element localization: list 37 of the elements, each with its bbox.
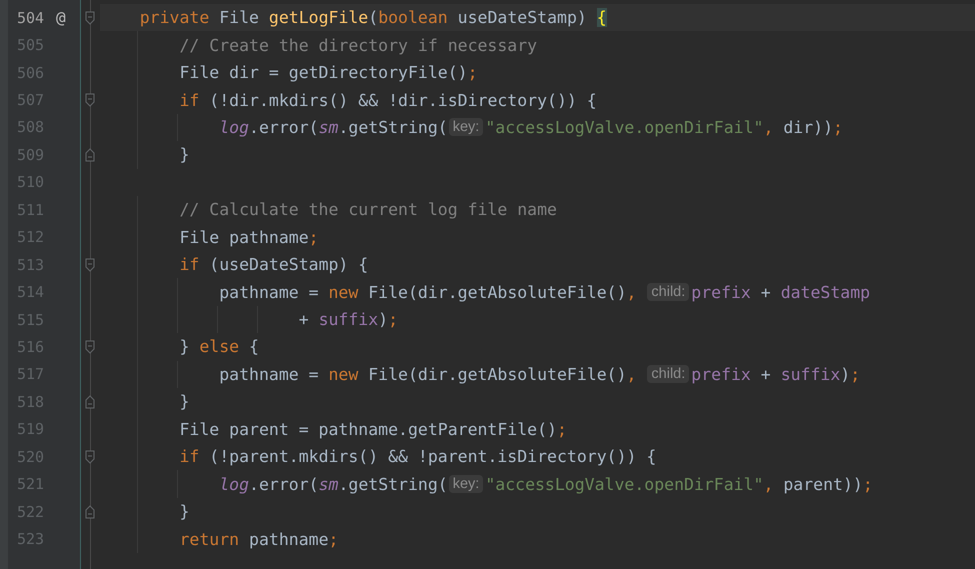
code-text: pathname = new File(dir.getAbsoluteFile(), [219,364,638,384]
code-text: log.error(sm.getString( [219,118,448,137]
fold-marker-icon[interactable] [85,450,95,464]
code-text: File dir = getDirectoryFile(); [179,63,478,82]
code-text: } [179,145,190,164]
code-text: "accessLogValve.openDirFail", parent)); [485,474,873,494]
code-text: File pathname; [179,228,319,247]
fold-marker-icon[interactable] [85,93,95,108]
code-text: return pathname; [179,530,338,549]
code-text: "accessLogValve.openDirFail", dir)); [485,118,843,137]
parameter-hint: child: [647,365,690,384]
fold-marker-icon[interactable] [85,10,95,25]
code-text: private File getLogFile(boolean useDateStamp) { [140,8,607,28]
fold-marker-icon[interactable] [85,504,95,519]
code-text: } [179,392,190,412]
code-text: pathname = new File(dir.getAbsoluteFile(), [219,282,638,302]
code-text: } [179,502,190,522]
fold-marker-icon[interactable] [85,394,95,409]
code-text: } else { [179,337,259,356]
code-text: + suffix); [298,310,398,330]
parameter-hint: key: [448,475,484,494]
code-text: if (!parent.mkdirs() && !parent.isDirectory()) { [179,447,656,466]
code-text: // Create the directory if necessary [179,36,538,55]
fold-marker-icon[interactable] [85,340,95,354]
code-text: log.error(sm.getString( [219,474,448,494]
code-text: if (!dir.mkdirs() && !dir.isDirectory()) { [179,90,597,110]
parameter-hint: key: [448,118,484,136]
code-text: File parent = pathname.getParentFile(); [179,420,567,439]
fold-marker-icon[interactable] [85,148,95,162]
line-number: 504 [16,8,46,27]
code-text: prefix + suffix); [691,364,860,384]
parameter-hint: child: [647,283,690,302]
code-text: // Calculate the current log file name [179,200,557,220]
override-marker[interactable]: @ [56,8,66,28]
fold-marker-icon[interactable] [85,258,95,272]
code-text: if (useDateStamp) { [179,255,368,274]
code-text: prefix + dateStamp [691,282,870,302]
